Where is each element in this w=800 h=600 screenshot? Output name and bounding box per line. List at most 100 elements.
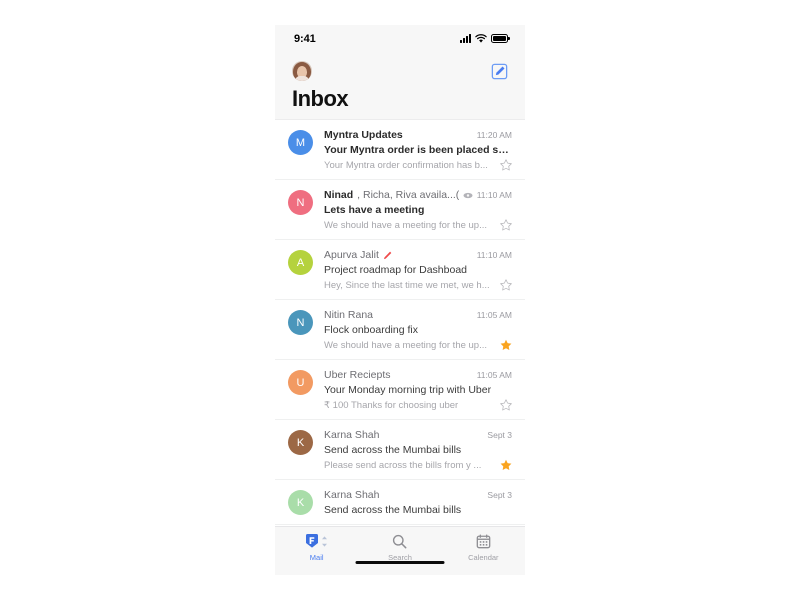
tab-calendar[interactable]: Calendar [442, 532, 525, 562]
mail-row[interactable]: N Ninad, Richa, Riva availa...(3) 11:10 AM… [275, 180, 525, 241]
cellular-signal-icon [460, 34, 471, 43]
mail-subject: Your Myntra order is been placed suc... [324, 144, 512, 157]
mail-row-header: Myntra Updates 11:20 AM [324, 129, 512, 141]
wifi-icon [475, 33, 487, 43]
mail-row-body: Apurva Jalit 11:10 AM Project roadmap for … [313, 249, 512, 291]
mail-timestamp: 11:05 AM [476, 370, 512, 381]
sender-name-bold: Myntra Updates [324, 129, 403, 142]
status-bar: 9:41 [275, 25, 525, 52]
home-indicator [355, 560, 445, 564]
mail-timestamp: Sept 3 [487, 490, 512, 501]
calendar-icon [476, 532, 491, 550]
mail-row-header: Ninad, Richa, Riva availa...(3) 11:10 AM [324, 189, 512, 201]
nav-row [292, 56, 508, 86]
mail-row[interactable]: U Uber Reciepts 11:05 AM Your Monday mornin… [275, 360, 525, 421]
eye-icon [463, 192, 473, 198]
compose-icon[interactable] [491, 63, 508, 80]
mail-flock-icon [305, 532, 328, 550]
sender-name: Karna Shah [324, 489, 379, 501]
mail-row-body: Myntra Updates 11:20 AM Your Myntra order … [313, 129, 512, 171]
mail-meta: Sept 3 [487, 430, 512, 440]
mail-meta: 11:05 AM [477, 370, 512, 380]
avatar[interactable]: A [288, 250, 313, 276]
star-icon-outline[interactable] [500, 219, 512, 231]
mail-preview: Your Myntra order confirmation has b... [324, 159, 488, 171]
page-title: Inbox [292, 86, 349, 111]
mail-row-header: Karna Shah Sept 3 [324, 429, 512, 441]
mail-row-body: Nitin Rana 11:05 AM Flock onboarding fix We… [313, 309, 512, 351]
mail-subject: Send across the Mumbai bills [324, 504, 462, 517]
mail-subject: Lets have a meeting [324, 204, 425, 217]
tab-mail[interactable]: Mail [275, 532, 358, 562]
mail-subject: Send across the Mumbai bills [324, 444, 462, 457]
mail-meta: Sept 3 [487, 490, 512, 500]
sender-name-rest: , Richa, Riva availa...(3) [357, 189, 459, 202]
avatar[interactable]: K [288, 430, 313, 456]
mail-timestamp: 11:10 AM [476, 190, 512, 201]
mail-row-body: Karna Shah Sept 3 Send across the Mumbai b… [313, 489, 512, 516]
mail-preview: Hey, Since the last time we met, we h... [324, 279, 490, 291]
star-icon-outline[interactable] [500, 399, 512, 411]
mail-row-body: Karna Shah Sept 3 Send across the Mumbai b… [313, 429, 512, 471]
mail-row-header: Apurva Jalit 11:10 AM [324, 249, 512, 261]
sender-name-rest: Karna Shah [324, 489, 380, 502]
sender-name-bold: Ninad [324, 189, 354, 202]
nav-header: Inbox [275, 52, 525, 120]
search-icon [392, 532, 407, 550]
mail-subject: Your Monday morning trip with Uber [324, 384, 492, 397]
sender-name: Myntra Updates [324, 129, 403, 141]
mail-row-body: Ninad, Richa, Riva availa...(3) 11:10 AM L… [313, 189, 512, 231]
mail-row[interactable]: K Karna Shah Sept 3 Send across the Mumbai … [275, 420, 525, 481]
mail-timestamp: Sept 3 [487, 430, 512, 441]
mail-meta: 11:05 AM [477, 310, 512, 320]
avatar[interactable]: N [288, 310, 313, 336]
star-icon-filled[interactable] [500, 339, 512, 351]
pencil-draft-icon [383, 251, 392, 259]
mail-row[interactable]: K Karna Shah Sept 3 Send across the Mumbai … [275, 480, 525, 526]
mail-row-footer: We should have a meeting for the up... [324, 219, 512, 231]
sender-name-rest: Apurva Jalit [324, 249, 379, 262]
phone-screen: 9:41 Inbox M Myntra Updates 11:20 AM Your M… [275, 25, 525, 575]
mail-preview: Please send across the bills from y ... [324, 459, 482, 471]
mail-meta: 11:10 AM [463, 190, 512, 200]
mail-row-header: Nitin Rana 11:05 AM [324, 309, 512, 321]
mail-preview: We should have a meeting for the up... [324, 219, 488, 231]
mail-row-footer: Hey, Since the last time we met, we h... [324, 279, 512, 291]
battery-icon [491, 34, 510, 43]
mail-row[interactable]: A Apurva Jalit 11:10 AM Project roadmap for… [275, 240, 525, 301]
mail-row[interactable]: M Myntra Updates 11:20 AM Your Myntra order… [275, 120, 525, 181]
mail-row-footer: We should have a meeting for the up... [324, 339, 512, 351]
status-time: 9:41 [294, 32, 316, 45]
tab-mail-label: Mail [309, 553, 324, 562]
star-icon-outline[interactable] [500, 159, 512, 171]
mail-row-header: Uber Reciepts 11:05 AM [324, 369, 512, 381]
avatar[interactable]: K [288, 490, 313, 516]
sender-name: Karna Shah [324, 429, 379, 441]
sender-name-rest: Nitin Rana [324, 309, 374, 322]
sender-name: Nitin Rana [324, 309, 373, 321]
mail-preview: We should have a meeting for the up... [324, 339, 488, 351]
mail-list[interactable]: M Myntra Updates 11:20 AM Your Myntra order… [275, 119, 525, 575]
tab-calendar-label: Calendar [468, 553, 499, 562]
mail-meta: 11:10 AM [477, 250, 512, 260]
mail-subject: Project roadmap for Dashboad [324, 264, 467, 277]
tab-search[interactable]: Search [358, 532, 441, 562]
avatar[interactable]: M [288, 130, 313, 156]
avatar[interactable]: U [288, 370, 313, 396]
chevron-updown-icon [322, 535, 328, 547]
sender-name: Apurva Jalit [324, 249, 392, 261]
sender-name: Ninad, Richa, Riva availa...(3) [324, 189, 459, 201]
star-icon-outline[interactable] [500, 279, 512, 291]
mail-row-footer: Your Myntra order confirmation has b... [324, 159, 512, 171]
sender-name-rest: Uber Reciepts [324, 369, 391, 382]
avatar[interactable]: N [288, 190, 313, 216]
mail-row-body: Uber Reciepts 11:05 AM Your Monday morning… [313, 369, 512, 411]
mail-row-footer: ₹ 100 Thanks for choosing uber [324, 399, 512, 411]
sender-name-rest: Karna Shah [324, 429, 380, 442]
user-avatar[interactable] [292, 61, 312, 81]
star-icon-filled[interactable] [500, 459, 512, 471]
mail-preview: ₹ 100 Thanks for choosing uber [324, 399, 459, 411]
status-indicators [460, 33, 510, 44]
sender-name: Uber Reciepts [324, 369, 391, 381]
mail-row[interactable]: N Nitin Rana 11:05 AM Flock onboarding fix W… [275, 300, 525, 361]
